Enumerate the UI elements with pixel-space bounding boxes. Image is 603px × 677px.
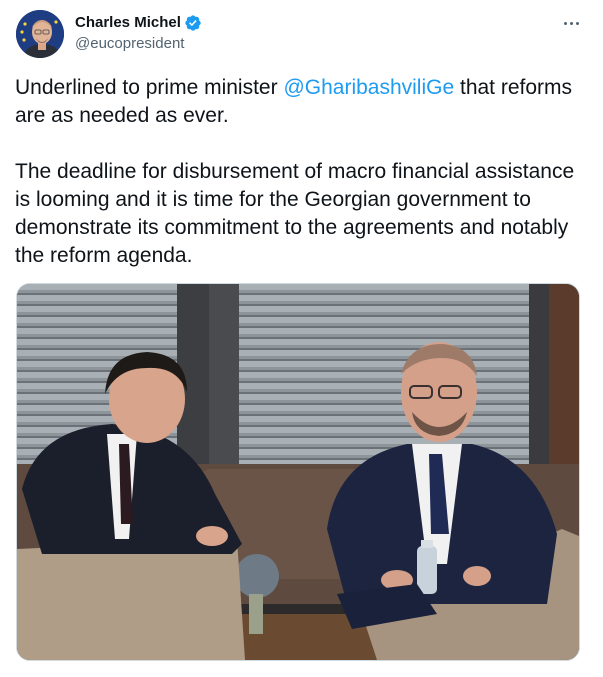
- tweet-paragraph-2: The deadline for disbursement of macro f…: [15, 160, 575, 267]
- more-options-button[interactable]: [556, 10, 586, 36]
- author-avatar[interactable]: [16, 10, 64, 58]
- author-name-row[interactable]: Charles Michel: [75, 13, 202, 33]
- mention-link[interactable]: @GharibashviliGe: [283, 76, 454, 99]
- more-horizontal-icon: [563, 21, 567, 25]
- author-handle[interactable]: @eucopresident: [75, 34, 184, 54]
- verified-badge-icon: [185, 15, 201, 31]
- tweet[interactable]: Charles Michel @eucopresident Underlined…: [0, 0, 603, 677]
- tweet-paragraph-1: Underlined to prime minister @Gharibashv…: [15, 74, 585, 130]
- photo-two-men-meeting: [17, 284, 579, 660]
- tweet-text: Underlined to prime minister @Gharibashv…: [15, 74, 585, 270]
- tweet-text-segment: Underlined to prime minister: [15, 76, 284, 99]
- author-display-name[interactable]: Charles Michel: [75, 13, 181, 33]
- person-avatar-icon: [16, 10, 64, 58]
- tweet-photo[interactable]: [16, 283, 580, 661]
